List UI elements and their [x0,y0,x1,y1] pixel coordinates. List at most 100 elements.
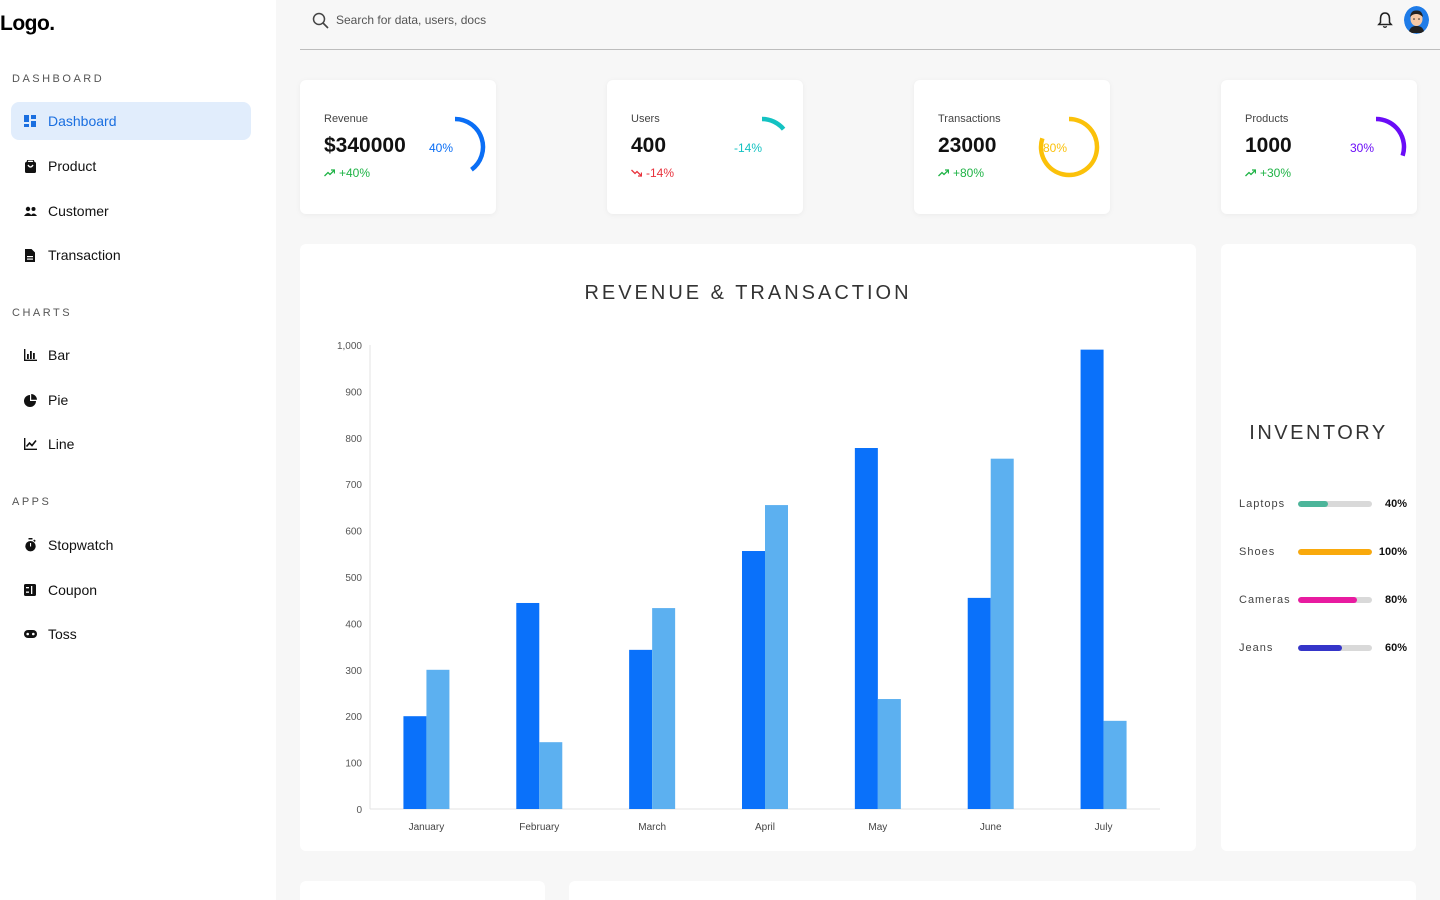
widget-change-label: +80% [953,166,985,180]
inventory-percent: 40% [1384,498,1407,510]
widget-value: $340000 [324,134,406,157]
sidebar-item-product[interactable]: Product [11,147,251,185]
bar [629,649,653,809]
line-chart-icon [23,437,37,451]
ring-label: -14% [734,141,762,155]
bar [765,505,788,809]
inventory-row-laptops: Laptops 40% [1239,496,1407,512]
widget-change: -14% [631,166,674,180]
bar-chart-icon [23,348,37,362]
sidebar-item-transaction[interactable]: Transaction [11,236,251,274]
bar [742,551,765,809]
inventory-label: Cameras [1239,594,1291,606]
widget-value: 1000 [1245,134,1292,157]
y-tick-label: 300 [345,666,362,677]
y-tick-label: 200 [345,712,362,723]
bar [854,448,878,809]
y-tick-label: 400 [345,619,362,630]
y-tick-label: 100 [345,759,362,770]
inventory-percent: 80% [1384,594,1407,606]
inventory-bar-fill [1298,645,1343,651]
bar [967,597,991,809]
sidebar-item-label: Coupon [48,582,98,598]
sidebar-item-pie[interactable]: Pie [11,381,251,419]
sidebar-section-dashboard: DASHBOARD [12,73,105,85]
bar [1103,720,1127,809]
sidebar-item-label: Stopwatch [48,537,114,553]
bottom-card-right [569,881,1416,900]
y-tick-label: 500 [345,573,362,584]
sidebar-item-line[interactable]: Line [11,425,251,463]
bar [539,742,563,809]
sidebar-section-charts: CHARTS [12,307,73,319]
sidebar-item-dashboard[interactable]: Dashboard [11,102,251,140]
widget-change-label: +40% [339,166,371,180]
sidebar-item-customer[interactable]: Customer [11,192,251,230]
inventory-label: Laptops [1239,498,1286,510]
bar [403,716,427,809]
inventory-row-jeans: Jeans 60% [1239,640,1407,656]
inventory-card: INVENTORY Laptops 40% Shoes 100% Cameras… [1221,244,1416,851]
sidebar-item-label: Toss [48,626,77,642]
trending-up-icon [324,169,335,177]
ring-arc [761,116,786,131]
widget-title: Revenue [324,113,369,125]
widget-revenue: Revenue $340000 +40% 40% [300,80,496,214]
inventory-bar-track [1298,645,1372,651]
widget-change-label: +30% [1260,166,1292,180]
sidebar-item-label: Pie [48,392,69,408]
widget-change: +80% [938,166,984,180]
sidebar-item-toss[interactable]: Toss [11,615,251,653]
widget-title: Users [631,113,660,125]
inventory-label: Jeans [1239,642,1274,654]
widget-transactions: Transactions 23000 +80% 80% [914,80,1110,214]
widget-users: Users 400 -14% -14% [607,80,803,214]
gamepad-icon [23,627,37,641]
inventory-row-shoes: Shoes 100% [1239,544,1407,560]
logo[interactable]: Logo. [0,12,55,36]
revenue-transaction-chart: REVENUE & TRANSACTION 0 100 200 300 400 500 60… [300,244,1196,851]
x-tick-label: May [868,822,887,833]
inventory-bar-fill [1298,501,1328,507]
inventory-percent: 100% [1378,546,1407,558]
ring-label: 80% [1043,141,1067,155]
sidebar-item-label: Dashboard [48,113,117,129]
x-tick-label: February [519,822,559,833]
x-tick-label: January [409,822,445,833]
inventory-percent: 60% [1384,642,1407,654]
trending-up-icon [938,169,949,177]
y-tick-label: 800 [345,434,362,445]
bell-icon[interactable] [1377,11,1393,29]
sidebar-item-bar[interactable]: Bar [11,336,251,374]
search-input[interactable] [336,9,736,31]
y-tick-label: 1,000 [337,341,362,352]
inventory-bar-track [1298,501,1372,507]
avatar[interactable] [1404,6,1429,34]
inventory-bar-track [1298,549,1372,555]
people-icon [23,204,37,218]
sidebar-item-coupon[interactable]: Coupon [11,571,251,609]
topbar [300,0,1440,50]
widget-progress-ring: 40% [429,116,486,172]
y-tick-label: 600 [345,527,362,538]
x-tick-label: June [980,822,1002,833]
ring-label: 40% [429,141,453,155]
coupon-icon [23,583,37,597]
ring-label: 30% [1350,141,1374,155]
bar [426,669,450,809]
inventory-bar-track [1298,597,1372,603]
trending-down-icon [631,169,642,177]
ring-arc [454,116,486,172]
widget-progress-ring: 80% [1038,116,1100,178]
widget-value: 400 [631,134,667,157]
x-tick-label: April [755,822,775,833]
sidebar-item-stopwatch[interactable]: Stopwatch [11,526,251,564]
sidebar-item-label: Customer [48,203,109,219]
sidebar: Logo. DASHBOARD Dashboard Product Custom… [0,0,276,900]
widget-title: Products [1245,113,1289,125]
widget-progress-ring: -14% [734,116,786,155]
search-icon[interactable] [312,12,330,30]
trending-up-icon [1245,169,1256,177]
ring-arc [1375,116,1407,157]
widget-change: +30% [1245,166,1291,180]
